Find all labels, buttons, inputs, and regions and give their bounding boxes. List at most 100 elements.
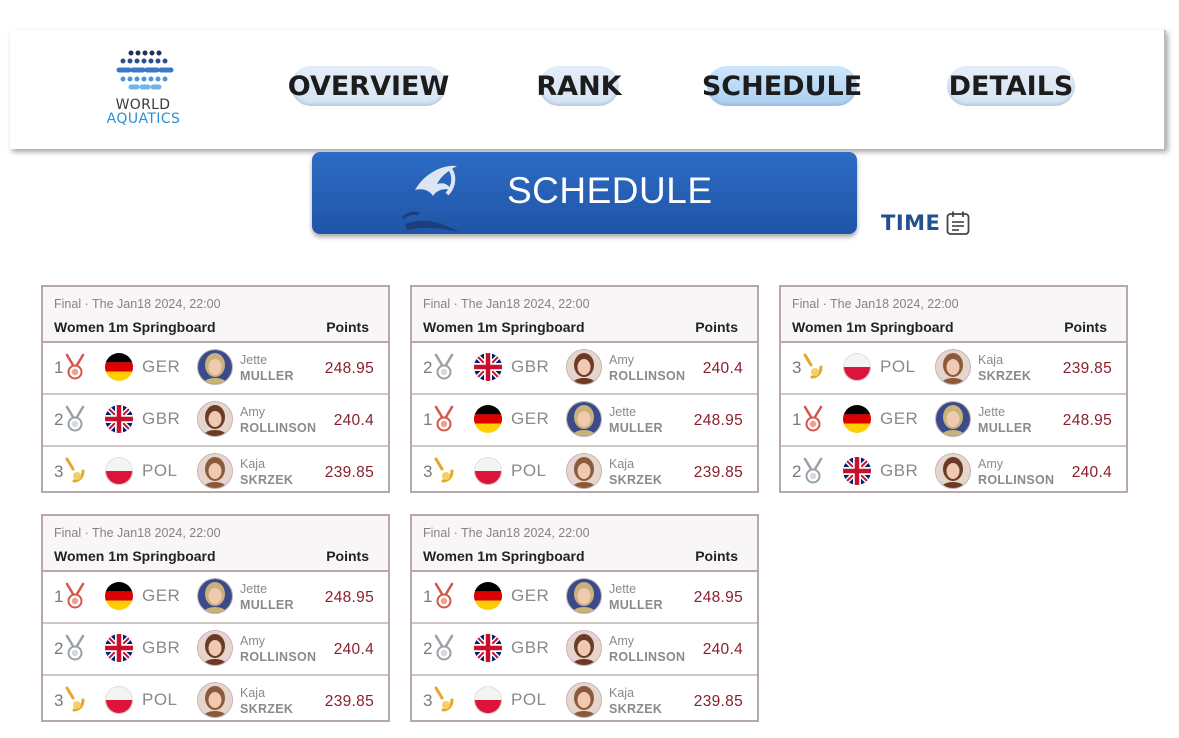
result-row[interactable]: 3 POL Kaja SKRZEK 239.85: [43, 447, 388, 497]
result-row[interactable]: 2 GBR Amy ROLLINSON 240.4: [412, 343, 757, 395]
result-row[interactable]: 1 GER Jette MULLER 248.95: [412, 395, 757, 447]
gold-medal-icon: [65, 686, 85, 714]
card-points-header: Points: [326, 548, 369, 564]
result-row[interactable]: 3 POL Kaja SKRZEK 239.85: [412, 447, 757, 497]
athlete-avatar[interactable]: [566, 682, 602, 718]
gold-medal-icon: [803, 353, 823, 381]
result-row[interactable]: 3 POL Kaja SKRZEK 239.85: [412, 676, 757, 726]
country-code: GBR: [142, 638, 181, 657]
flag-pol-icon: [474, 686, 502, 714]
silver-medal-icon: [65, 634, 85, 662]
card-event-title: Women 1m Springboard: [54, 319, 216, 335]
result-row[interactable]: 1 GER Jette MULLER 248.95: [412, 572, 757, 624]
athlete-avatar[interactable]: [935, 453, 971, 489]
result-row[interactable]: 3 POL Kaja SKRZEK 239.85: [781, 343, 1126, 395]
result-row[interactable]: 3 POL Kaja SKRZEK 239.85: [43, 676, 388, 726]
athlete-first-name: Amy: [609, 634, 634, 648]
flag-ger-icon: [843, 405, 871, 433]
athlete-score: 240.4: [1071, 464, 1112, 481]
athlete-avatar[interactable]: [566, 349, 602, 385]
athlete-avatar[interactable]: [566, 401, 602, 437]
rank-number: 3: [423, 691, 433, 710]
country-code: POL: [142, 690, 178, 709]
athlete-avatar[interactable]: [566, 578, 602, 614]
schedule-card[interactable]: Final · The Jan18 2024, 22:00 Women 1m Sp…: [410, 514, 759, 722]
country-code: GER: [142, 586, 181, 605]
rank-number: 2: [54, 410, 64, 429]
result-row[interactable]: 2 GBR Amy ROLLINSON 240.4: [43, 395, 388, 447]
athlete-first-name: Kaja: [609, 686, 635, 700]
rank-number: 3: [423, 462, 433, 481]
schedule-card[interactable]: Final · The Jan18 2024, 22:00 Women 1m Sp…: [779, 285, 1128, 493]
rank-number: 1: [54, 358, 64, 377]
flag-gbr-icon: [843, 457, 871, 485]
result-row[interactable]: 1 GER Jette MULLER 248.95: [43, 343, 388, 395]
logo-mark-icon: [116, 50, 174, 90]
bronze-medal-icon: [434, 405, 454, 433]
result-row[interactable]: 2 GBR Amy ROLLINSON 240.4: [781, 447, 1126, 497]
card-header: Final · The Jan18 2024, 22:00 Women 1m Sp…: [43, 516, 388, 572]
result-row[interactable]: 1 GER Jette MULLER 248.95: [43, 572, 388, 624]
athlete-first-name: Kaja: [240, 686, 266, 700]
bronze-medal-icon: [803, 405, 823, 433]
athlete-avatar[interactable]: [197, 453, 233, 489]
athlete-avatar[interactable]: [197, 578, 233, 614]
athlete-score: 248.95: [1062, 412, 1112, 429]
silver-medal-icon: [65, 405, 85, 433]
result-row[interactable]: 2 GBR Amy ROLLINSON 240.4: [43, 624, 388, 676]
silver-medal-icon: [434, 353, 454, 381]
athlete-last-name: ROLLINSON: [240, 650, 317, 664]
athlete-last-name: ROLLINSON: [609, 650, 686, 664]
athlete-avatar[interactable]: [197, 349, 233, 385]
athlete-avatar[interactable]: [197, 401, 233, 437]
athlete-score: 239.85: [693, 464, 743, 481]
nav-rank[interactable]: RANK: [536, 66, 622, 106]
gold-medal-icon: [434, 686, 454, 714]
athlete-avatar[interactable]: [197, 630, 233, 666]
schedule-card[interactable]: Final · The Jan18 2024, 22:00 Women 1m Sp…: [41, 514, 390, 722]
athlete-avatar[interactable]: [935, 401, 971, 437]
athlete-first-name: Kaja: [240, 457, 266, 471]
time-sort-label[interactable]: TIME: [881, 211, 940, 235]
athlete-first-name: Kaja: [978, 353, 1004, 367]
rank-number: 1: [423, 587, 433, 606]
card-event-title: Women 1m Springboard: [423, 548, 585, 564]
athlete-avatar[interactable]: [935, 349, 971, 385]
schedule-card[interactable]: Final · The Jan18 2024, 22:00 Women 1m Sp…: [41, 285, 390, 493]
result-row[interactable]: 2 GBR Amy ROLLINSON 240.4: [412, 624, 757, 676]
athlete-last-name: SKRZEK: [240, 473, 294, 487]
athlete-last-name: SKRZEK: [609, 473, 663, 487]
card-meta: Final · The Jan18 2024, 22:00: [423, 297, 590, 311]
nav-details[interactable]: DETAILS: [947, 66, 1075, 106]
card-meta: Final · The Jan18 2024, 22:00: [423, 526, 590, 540]
country-code: POL: [511, 690, 547, 709]
athlete-first-name: Amy: [240, 405, 265, 419]
athlete-avatar[interactable]: [197, 682, 233, 718]
rank-number: 2: [792, 462, 802, 481]
athlete-first-name: Amy: [240, 634, 265, 648]
nav-schedule[interactable]: SCHEDULE: [702, 66, 862, 106]
world-aquatics-logo[interactable]: WORLD AQUATICS: [94, 48, 214, 128]
athlete-first-name: Jette: [240, 582, 268, 596]
rank-number: 3: [792, 358, 802, 377]
calendar-icon[interactable]: [945, 210, 971, 236]
card-points-header: Points: [1064, 319, 1107, 335]
flag-pol-icon: [474, 457, 502, 485]
schedule-card[interactable]: Final · The Jan18 2024, 22:00 Women 1m Sp…: [410, 285, 759, 493]
nav-overview[interactable]: OVERVIEW: [288, 66, 449, 106]
silver-medal-icon: [803, 457, 823, 485]
bronze-medal-icon: [65, 353, 85, 381]
athlete-first-name: Kaja: [609, 457, 635, 471]
athlete-avatar[interactable]: [566, 630, 602, 666]
rank-number: 1: [792, 410, 802, 429]
athlete-avatar[interactable]: [566, 453, 602, 489]
athlete-last-name: SKRZEK: [978, 369, 1032, 383]
athlete-first-name: Amy: [609, 353, 634, 367]
athlete-last-name: MULLER: [240, 369, 294, 383]
country-code: POL: [142, 461, 178, 480]
top-nav-bar: WORLD AQUATICS OVERVIEW RANK SCHEDULE DE…: [10, 30, 1166, 149]
result-row[interactable]: 1 GER Jette MULLER 248.95: [781, 395, 1126, 447]
card-meta: Final · The Jan18 2024, 22:00: [54, 297, 221, 311]
card-header: Final · The Jan18 2024, 22:00 Women 1m Sp…: [412, 287, 757, 343]
flag-gbr-icon: [105, 405, 133, 433]
